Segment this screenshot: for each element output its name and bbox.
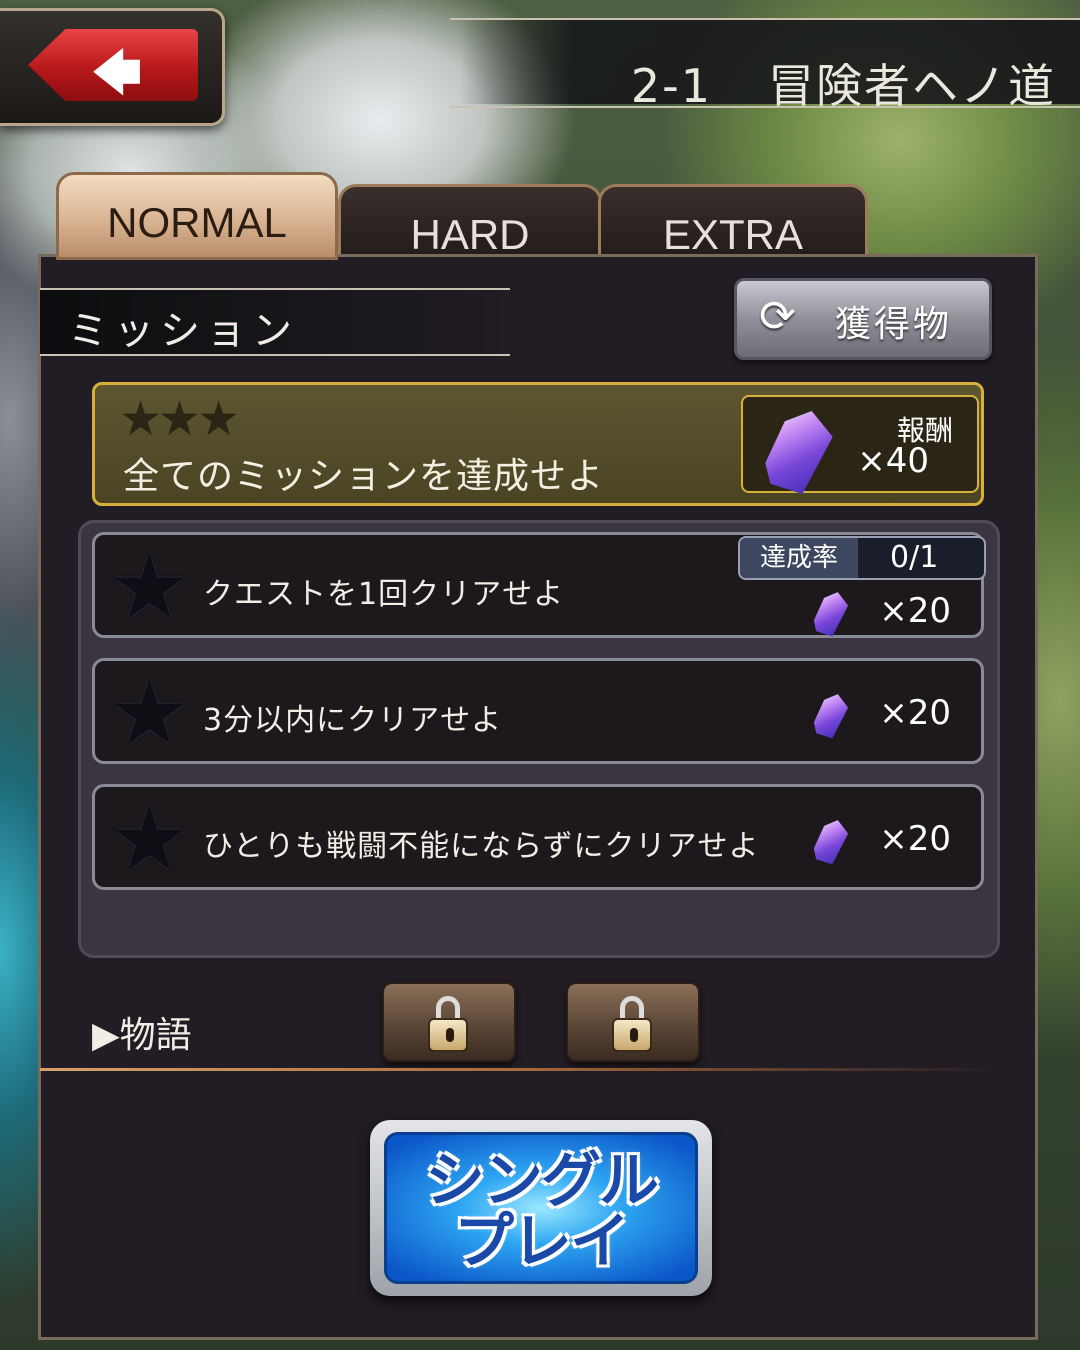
star-empty-icon: ★ <box>109 787 190 892</box>
crystal-icon <box>760 402 839 497</box>
rewards-button[interactable]: ⟳ 獲得物 <box>734 278 992 360</box>
progress-badge: 達成率 0/1 <box>738 536 986 580</box>
lock-icon <box>428 996 472 1052</box>
tab-normal[interactable]: NORMAL <box>56 172 338 260</box>
stage-name: 冒険者ヘノ道 <box>768 59 1056 113</box>
mission-text: クエストを1回クリアせよ <box>203 577 565 612</box>
tab-hard[interactable]: HARD <box>338 184 602 259</box>
tab-extra[interactable]: EXTRA <box>598 184 868 259</box>
crystal-icon <box>811 816 851 866</box>
title-bottom-rule <box>450 106 1080 108</box>
complete-all-reward: 報酬 ×40 <box>741 395 979 493</box>
mission-row: ★ ひとりも戦闘不能にならずにクリアせよ ×20 <box>92 784 984 890</box>
story-label: ▶物語 <box>92 1015 192 1056</box>
complete-all-mission: ★★★ 全てのミッションを達成せよ 報酬 ×40 <box>92 382 984 506</box>
progress-label: 達成率 <box>740 538 858 578</box>
mission-row: ★ 3分以内にクリアせよ ×20 <box>92 658 984 764</box>
crystal-icon <box>811 588 851 638</box>
star-rating-icon: ★★★ <box>119 391 240 447</box>
progress-value: 0/1 <box>890 540 939 575</box>
lock-icon <box>612 996 656 1052</box>
mission-reward-count: ×20 <box>879 591 951 631</box>
rewards-button-label: 獲得物 <box>835 304 953 345</box>
back-button[interactable]: 🡄 <box>0 8 225 126</box>
mission-reward-count: ×20 <box>879 819 951 859</box>
single-play-label-line1: シングル <box>425 1146 659 1216</box>
star-empty-icon: ★ <box>109 661 190 766</box>
mission-reward-count: ×20 <box>879 693 951 733</box>
stage-number: 2-1 <box>630 59 712 113</box>
crystal-icon <box>811 690 851 740</box>
single-play-label-line2: プレイ <box>454 1207 630 1277</box>
story-locked-button-1[interactable] <box>382 982 516 1062</box>
single-play-button[interactable]: シングル プレイ <box>384 1132 698 1284</box>
refresh-icon: ⟳ <box>759 291 796 342</box>
divider <box>40 1068 1000 1071</box>
mission-section-header: ミッション <box>40 288 510 356</box>
stage-title-bar: 2-1 冒険者ヘノ道 <box>460 20 1080 113</box>
reward-count: ×40 <box>857 441 929 481</box>
mission-text: ひとりも戦闘不能にならずにクリアせよ <box>203 829 760 864</box>
story-locked-button-2[interactable] <box>566 982 700 1062</box>
arrow-left-icon: 🡄 <box>92 45 142 101</box>
mission-text: 3分以内にクリアせよ <box>203 703 503 738</box>
complete-all-text: 全てのミッションを達成せよ <box>123 456 605 497</box>
star-empty-icon: ★ <box>109 535 190 640</box>
mission-section-title: ミッション <box>68 308 298 354</box>
